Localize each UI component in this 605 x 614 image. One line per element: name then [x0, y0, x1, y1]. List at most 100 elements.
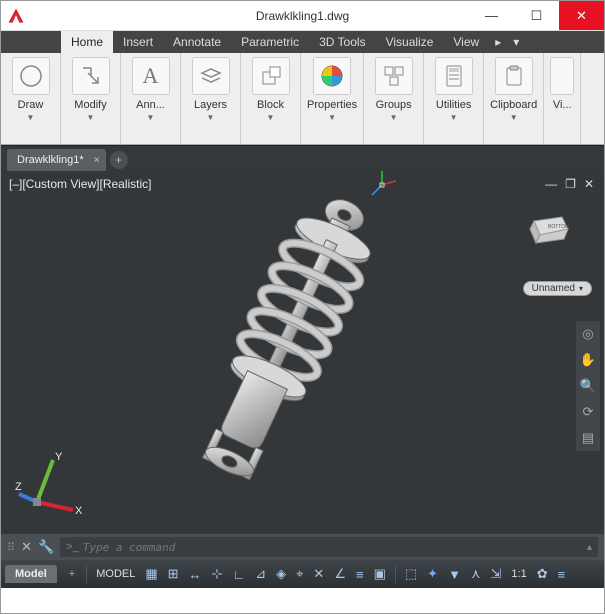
tab-parametric[interactable]: Parametric [231, 31, 309, 53]
annotation-visibility[interactable]: ⋏ [467, 566, 485, 582]
minimize-button[interactable]: — [469, 1, 514, 30]
move-icon [72, 57, 110, 95]
panel-properties[interactable]: Properties ▼ [301, 53, 364, 144]
otrack-toggle[interactable]: ∠ [330, 566, 350, 582]
layers-icon [192, 57, 230, 95]
chevron-down-icon: ▼ [147, 113, 155, 122]
isodraft-toggle[interactable]: ◈ [272, 566, 290, 582]
full-nav-wheel-icon[interactable]: ◎ [579, 325, 597, 343]
view-name-badge[interactable]: Unnamed ▾ [523, 281, 592, 296]
viewcube[interactable]: BOTTOM [524, 211, 574, 251]
title-bar: Drawklkling1.dwg — ☐ ✕ [1, 1, 604, 31]
snap-toggle[interactable]: ⊞ [164, 566, 183, 582]
tab-visualize[interactable]: Visualize [376, 31, 444, 53]
document-tabstrip: Drawklkling1* × + [1, 145, 604, 171]
navigation-bar: ◎ ✋ 🔍 ⟳ ▤ [576, 321, 600, 451]
chevron-down-icon: ▼ [207, 113, 215, 122]
add-layout-button[interactable]: + [63, 568, 81, 580]
svg-text:BOTTOM: BOTTOM [548, 224, 569, 230]
chevron-down-icon: ▼ [27, 113, 35, 122]
chevron-down-icon: ▼ [510, 113, 518, 122]
viewport-window-controls: — ❐ ✕ [545, 177, 594, 191]
status-bar: Model + MODEL ▦ ⊞ ↔ ⊹ ∟ ⊿ ◈ ⌖ ✕ ∠ ≡ ▣ ⬚ … [1, 560, 604, 588]
window-controls: — ☐ ✕ [469, 1, 604, 30]
maximize-button[interactable]: ☐ [514, 1, 559, 30]
more-icon [550, 57, 574, 95]
svg-text:X: X [75, 505, 83, 517]
clipboard-icon [495, 57, 533, 95]
drawing-viewport[interactable]: [–][Custom View][Realistic] — ❐ ✕ BOTTOM… [1, 171, 604, 534]
panel-modify[interactable]: Modify ▼ [61, 53, 121, 144]
customize-icon[interactable]: 🔧 [38, 539, 54, 555]
panel-layers[interactable]: Layers ▼ [181, 53, 241, 144]
3d-model [131, 181, 431, 521]
chevron-down-icon: ▼ [87, 113, 95, 122]
tab-view[interactable]: View [443, 31, 489, 53]
vp-minimize-icon[interactable]: — [545, 177, 557, 191]
panel-clipboard[interactable]: Clipboard ▼ [484, 53, 544, 144]
ortho-toggle[interactable]: ∟ [228, 567, 249, 582]
command-input-wrap[interactable]: >_ ▴ [60, 537, 598, 557]
panel-groups[interactable]: Groups ▼ [364, 53, 424, 144]
infer-toggle[interactable]: ↔ [185, 567, 206, 582]
grid-toggle[interactable]: ▦ [141, 566, 161, 582]
transparency-toggle[interactable]: ▣ [370, 566, 390, 582]
drag-handle-icon[interactable]: ⠿ [7, 541, 15, 554]
panel-draw[interactable]: Draw ▼ [1, 53, 61, 144]
showmotion-icon[interactable]: ▤ [579, 429, 597, 447]
panel-view-cut[interactable]: Vi... [544, 53, 581, 144]
3dosnap-toggle[interactable]: ✕ [309, 566, 328, 582]
ribbon-tabs: Home Insert Annotate Parametric 3D Tools… [1, 31, 604, 53]
tab-home[interactable]: Home [61, 31, 113, 53]
chevron-down-icon: ▼ [390, 113, 398, 122]
chevron-up-icon[interactable]: ▴ [587, 542, 592, 553]
tab-overflow[interactable]: ▾ [507, 31, 525, 53]
color-wheel-icon [313, 57, 351, 95]
tab-3dtools[interactable]: 3D Tools [309, 31, 375, 53]
chevron-down-icon: ▼ [267, 113, 275, 122]
svg-text:Z: Z [15, 481, 22, 493]
circle-icon [12, 57, 50, 95]
filter-toggle[interactable]: ▼ [444, 567, 465, 582]
vp-restore-icon[interactable]: ❐ [565, 177, 576, 191]
app-logo[interactable] [1, 1, 31, 31]
gizmo-toggle[interactable]: ✦ [423, 566, 442, 582]
customize-statusbar[interactable]: ≡ [554, 567, 570, 582]
dynamic-input-toggle[interactable]: ⊹ [208, 566, 227, 582]
ucs-icon[interactable]: X Y Z [15, 450, 85, 520]
groups-icon [375, 57, 413, 95]
close-icon[interactable]: ✕ [21, 539, 32, 555]
model-space-tab[interactable]: Model [5, 565, 57, 583]
tab-insert[interactable]: Insert [113, 31, 163, 53]
command-bar: ⠿ ✕ 🔧 >_ ▴ [1, 534, 604, 560]
workspace-switch[interactable]: ✿ [533, 566, 552, 582]
document-tab-label: Drawklkling1* [17, 154, 84, 166]
tab-annotate[interactable]: Annotate [163, 31, 231, 53]
panel-annotation[interactable]: A Ann... ▼ [121, 53, 181, 144]
tab-scroll-right[interactable]: ▸ [489, 31, 507, 53]
autoscale-toggle[interactable]: ⇲ [486, 566, 505, 582]
orbit-icon[interactable]: ⟳ [579, 403, 597, 421]
close-button[interactable]: ✕ [559, 1, 604, 30]
command-prompt: >_ [66, 541, 79, 553]
pan-icon[interactable]: ✋ [579, 351, 597, 369]
document-tab[interactable]: Drawklkling1* × [7, 149, 106, 171]
panel-block[interactable]: Block ▼ [241, 53, 301, 144]
lineweight-toggle[interactable]: ≡ [352, 567, 368, 582]
new-tab-button[interactable]: + [110, 151, 128, 169]
calculator-icon [435, 57, 473, 95]
svg-text:Y: Y [55, 451, 63, 463]
polar-toggle[interactable]: ⊿ [251, 566, 270, 582]
close-icon[interactable]: × [94, 155, 100, 166]
zoom-icon[interactable]: 🔍 [579, 377, 597, 395]
vp-close-icon[interactable]: ✕ [584, 177, 594, 191]
chevron-down-icon: ▾ [579, 284, 583, 293]
block-icon [252, 57, 290, 95]
modelspace-button[interactable]: MODEL [92, 568, 139, 580]
selection-cycling[interactable]: ⬚ [401, 566, 421, 582]
panel-utilities[interactable]: Utilities ▼ [424, 53, 484, 144]
annotation-scale[interactable]: 1:1 [507, 568, 530, 580]
osnap-toggle[interactable]: ⌖ [292, 566, 307, 582]
command-input[interactable] [83, 541, 587, 554]
chevron-down-icon: ▼ [328, 113, 336, 122]
